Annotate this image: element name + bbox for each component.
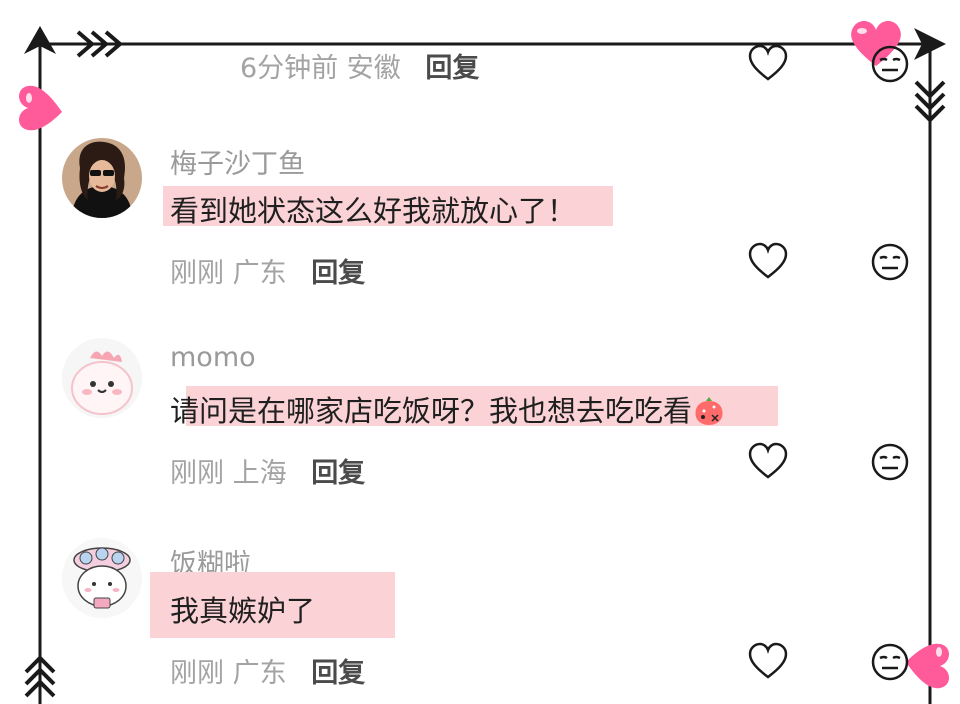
- comment-location: 安徽: [346, 53, 401, 84]
- avatar[interactable]: [62, 538, 142, 618]
- comment-location: 广东: [232, 258, 287, 289]
- comment-item: 饭糊啦 我真嫉妒了 刚刚 广东 回复: [0, 538, 960, 698]
- comment-location: 上海: [232, 458, 287, 489]
- comment-location: 广东: [232, 658, 287, 689]
- arrow-up-icon: [24, 26, 56, 54]
- comment-meta: 刚刚 上海 回复: [170, 451, 365, 490]
- username[interactable]: momo: [170, 342, 256, 373]
- shy-strawberry-emoji: [695, 397, 723, 425]
- comment-meta: 刚刚 广东 回复: [170, 651, 365, 690]
- neutral-face-icon[interactable]: [870, 442, 910, 482]
- comment-time: 刚刚: [170, 258, 224, 289]
- reply-button[interactable]: 回复: [311, 258, 365, 289]
- heart-outline-icon[interactable]: [748, 242, 788, 282]
- feather-icon: [914, 80, 946, 123]
- avatar[interactable]: [62, 138, 142, 218]
- comment-time: 刚刚: [170, 458, 224, 489]
- reply-button[interactable]: 回复: [311, 658, 365, 689]
- reply-button[interactable]: 回复: [311, 458, 365, 489]
- neutral-face-icon[interactable]: [870, 642, 910, 682]
- comment-text: 请问是在哪家店吃饭呀？我也想去吃吃看: [170, 388, 726, 430]
- neutral-face-icon[interactable]: [870, 242, 910, 282]
- feather-icon: [76, 30, 124, 58]
- neutral-face-icon[interactable]: [870, 44, 910, 84]
- pink-heart-icon: [19, 85, 62, 131]
- heart-outline-icon[interactable]: [748, 642, 788, 682]
- reply-button[interactable]: 回复: [425, 53, 479, 84]
- comment-text-content: 请问是在哪家店吃饭呀？我也想去吃吃看: [170, 394, 693, 428]
- comment-meta: 刚刚 广东 回复: [170, 251, 365, 290]
- comment-time: 6分钟前: [240, 53, 339, 84]
- heart-outline-icon[interactable]: [748, 44, 788, 84]
- comment-meta: 6分钟前 安徽 回复: [240, 46, 479, 85]
- arrow-right-icon: [914, 28, 946, 60]
- heart-outline-icon[interactable]: [748, 442, 788, 482]
- comment-text: 我真嫉妒了: [170, 594, 316, 628]
- comment-time: 刚刚: [170, 658, 224, 689]
- comment-text: 看到她状态这么好我就放心了！: [170, 194, 577, 228]
- comment-item: momo 请问是在哪家店吃饭呀？我也想去吃吃看 刚刚 上海 回复: [0, 338, 960, 498]
- username[interactable]: 梅子沙丁鱼: [170, 142, 305, 181]
- avatar[interactable]: [62, 338, 142, 418]
- comment-item: 梅子沙丁鱼 看到她状态这么好我就放心了！ 刚刚 广东 回复: [0, 138, 960, 298]
